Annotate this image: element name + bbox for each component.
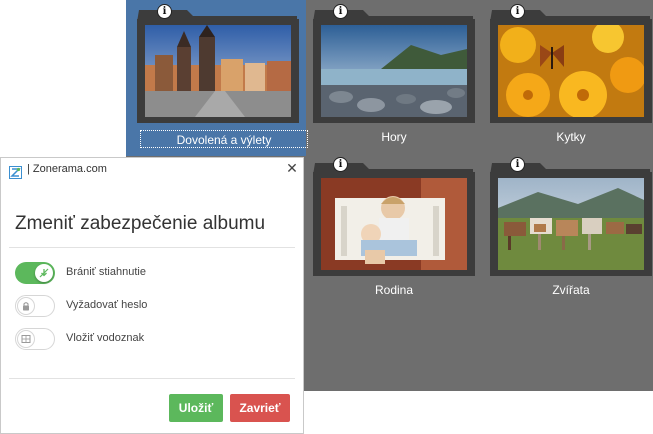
save-button[interactable]: Uložiť — [169, 394, 223, 422]
option-label: Vložiť vodoznak — [66, 332, 145, 344]
option-require-password: Vyžadovať heslo — [15, 295, 275, 317]
album-title[interactable]: Kytky — [490, 130, 652, 144]
folder-body — [313, 19, 475, 123]
album-cover-photo — [498, 178, 644, 270]
info-icon[interactable]: i — [333, 157, 348, 172]
lock-icon — [17, 297, 35, 315]
album-cover-photo — [321, 25, 467, 117]
album-folder-rodina[interactable]: i Rodina — [313, 153, 475, 297]
info-icon[interactable]: i — [157, 4, 172, 19]
folder-body — [313, 172, 475, 276]
prevent-download-toggle[interactable] — [15, 262, 55, 284]
divider — [9, 247, 295, 248]
dialog-title: Zmeniť zabezpečenie albumu — [15, 213, 266, 234]
album-title[interactable]: Hory — [313, 130, 475, 144]
album-folder-kytky[interactable]: i Kytky — [490, 0, 652, 144]
zonerama-logo-icon — [9, 164, 22, 179]
watermark-icon — [17, 330, 35, 348]
option-label: Vyžadovať heslo — [66, 299, 148, 311]
divider — [9, 378, 295, 379]
folder-body — [137, 19, 299, 123]
info-icon[interactable]: i — [333, 4, 348, 19]
album-title[interactable]: Dovolená a výlety — [140, 130, 308, 148]
brand-name: | Zonerama.com — [27, 163, 107, 175]
album-title[interactable]: Rodina — [313, 283, 475, 297]
option-label: Brániť stiahnutie — [66, 266, 146, 278]
no-download-icon — [35, 264, 53, 282]
require-password-toggle[interactable] — [15, 295, 55, 317]
dialog-header: | Zonerama.com ✕ — [1, 158, 303, 184]
album-cover-photo — [321, 178, 467, 270]
info-icon[interactable]: i — [510, 4, 525, 19]
option-watermark: Vložiť vodoznak — [15, 328, 275, 350]
info-icon[interactable]: i — [510, 157, 525, 172]
option-prevent-download: Brániť stiahnutie — [15, 262, 275, 284]
album-security-dialog: | Zonerama.com ✕ Zmeniť zabezpečenie alb… — [0, 157, 304, 434]
close-icon[interactable]: ✕ — [285, 162, 299, 176]
album-cover-photo — [145, 25, 291, 117]
album-title[interactable]: Zvířata — [490, 283, 652, 297]
album-folder-dovolena[interactable]: i Dovolená a výlety — [137, 0, 308, 148]
album-folder-zvirata[interactable]: i Zvířata — [490, 153, 652, 297]
album-folder-hory[interactable]: i Hory — [313, 0, 475, 144]
album-cover-photo — [498, 25, 644, 117]
folder-body — [490, 172, 652, 276]
close-button[interactable]: Zavrieť — [230, 394, 290, 422]
watermark-toggle[interactable] — [15, 328, 55, 350]
folder-body — [490, 19, 652, 123]
